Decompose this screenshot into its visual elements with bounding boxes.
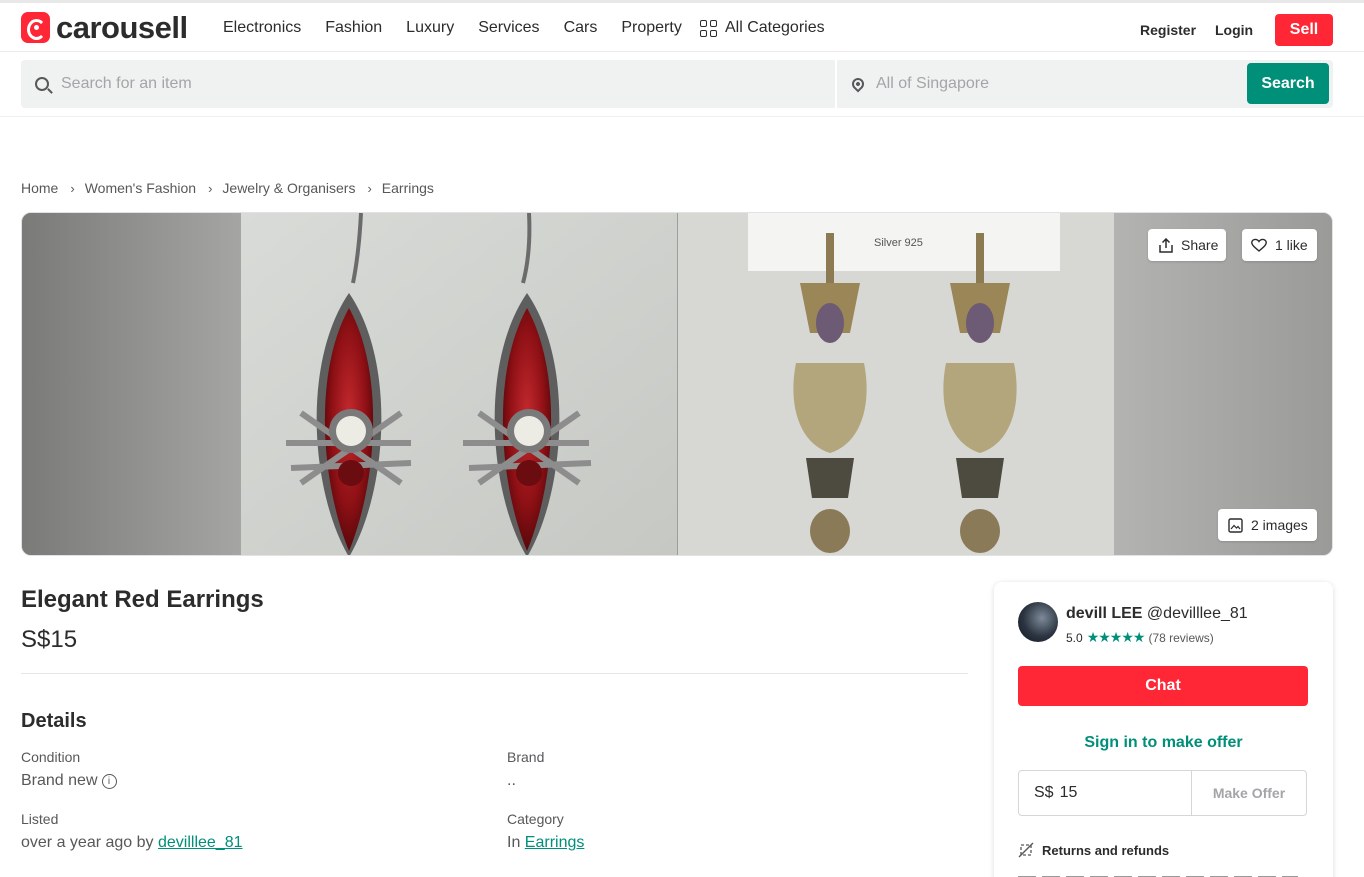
nav-cars[interactable]: Cars bbox=[564, 19, 598, 37]
like-button[interactable]: 1 like bbox=[1242, 229, 1317, 261]
carousell-logo[interactable]: carousell bbox=[21, 12, 188, 43]
nav-electronics[interactable]: Electronics bbox=[223, 19, 301, 37]
location-field bbox=[837, 60, 1242, 108]
avatar[interactable] bbox=[1018, 602, 1058, 642]
seller-name: devill LEE bbox=[1066, 605, 1143, 622]
chevron-right-icon: › bbox=[70, 180, 75, 196]
all-categories-button[interactable]: All Categories bbox=[700, 19, 825, 37]
top-navbar: carousell Electronics Fashion Luxury Ser… bbox=[0, 0, 1364, 52]
product-image-red-earrings[interactable] bbox=[241, 213, 677, 555]
search-bar: Search bbox=[21, 60, 1333, 108]
listing-price: S$15 bbox=[21, 626, 78, 653]
brand-label: Brand bbox=[507, 749, 545, 765]
product-image-gold-earrings[interactable]: Silver 925 bbox=[678, 213, 1114, 555]
logo-text: carousell bbox=[56, 10, 188, 45]
seller-username-link[interactable]: devilllee_81 bbox=[158, 834, 243, 851]
grid-icon bbox=[700, 19, 717, 37]
image-gallery[interactable]: Silver 925 Share 1 like 2 images bbox=[21, 212, 1333, 556]
chevron-right-icon: › bbox=[367, 180, 372, 196]
listing-title: Elegant Red Earrings bbox=[21, 586, 264, 613]
location-input[interactable] bbox=[876, 75, 1216, 93]
image-count-label: 2 images bbox=[1251, 517, 1308, 533]
location-pin-icon bbox=[849, 75, 867, 93]
breadcrumb: Home › Women's Fashion › Jewelry & Organ… bbox=[21, 180, 434, 196]
login-link[interactable]: Login bbox=[1215, 22, 1253, 38]
review-count[interactable]: (78 reviews) bbox=[1148, 631, 1213, 645]
brand-value: .. bbox=[507, 772, 516, 789]
share-label: Share bbox=[1181, 237, 1219, 253]
heart-icon bbox=[1251, 238, 1267, 252]
nav-property[interactable]: Property bbox=[621, 19, 681, 37]
nav-luxury[interactable]: Luxury bbox=[406, 19, 454, 37]
search-field bbox=[21, 60, 835, 108]
sign-in-to-offer-link[interactable]: Sign in to make offer bbox=[994, 734, 1333, 752]
returns-row: Returns and refunds bbox=[1018, 842, 1169, 858]
category-value-row: In Earrings bbox=[507, 834, 584, 852]
listed-prefix: over a year ago by bbox=[21, 834, 154, 851]
sell-button[interactable]: Sell bbox=[1275, 14, 1333, 46]
category-prefix: In bbox=[507, 834, 521, 851]
breadcrumb-jewelry[interactable]: Jewelry & Organisers bbox=[222, 180, 355, 196]
returns-label: Returns and refunds bbox=[1042, 842, 1170, 858]
seller-handle: @devilllee_81 bbox=[1146, 605, 1248, 622]
register-link[interactable]: Register bbox=[1140, 22, 1196, 38]
category-label: Category bbox=[507, 811, 564, 827]
category-nav: Electronics Fashion Luxury Services Cars… bbox=[223, 19, 706, 37]
details-heading: Details bbox=[21, 710, 87, 732]
offer-box: S$ Make Offer bbox=[1018, 770, 1307, 816]
make-offer-button[interactable]: Make Offer bbox=[1192, 771, 1306, 815]
offer-price-input[interactable] bbox=[1059, 784, 1170, 802]
category-link[interactable]: Earrings bbox=[525, 834, 585, 851]
listed-label: Listed bbox=[21, 811, 59, 827]
image-count-button[interactable]: 2 images bbox=[1218, 509, 1317, 541]
share-icon bbox=[1159, 237, 1173, 253]
currency-label: S$ bbox=[1034, 784, 1054, 801]
star-icons: ★★★★★ bbox=[1086, 629, 1146, 645]
search-input[interactable] bbox=[61, 75, 801, 93]
returns-description-cut bbox=[1018, 872, 1308, 877]
chat-button[interactable]: Chat bbox=[1018, 666, 1308, 706]
condition-value-row: Brand new i bbox=[21, 772, 117, 790]
info-icon[interactable]: i bbox=[101, 774, 117, 789]
like-count: 1 like bbox=[1275, 237, 1308, 253]
silver-tag-text: Silver 925 bbox=[874, 237, 923, 249]
search-button[interactable]: Search bbox=[1247, 63, 1329, 104]
search-icon bbox=[35, 77, 49, 91]
nav-services[interactable]: Services bbox=[478, 19, 539, 37]
breadcrumb-home[interactable]: Home bbox=[21, 180, 58, 196]
header-divider bbox=[0, 116, 1364, 117]
condition-value: Brand new bbox=[21, 772, 98, 789]
section-divider bbox=[21, 673, 968, 674]
breadcrumb-earrings[interactable]: Earrings bbox=[382, 180, 434, 196]
offer-price-field: S$ bbox=[1019, 771, 1192, 815]
seller-rating: 5.0 ★★★★★ (78 reviews) bbox=[1066, 629, 1214, 646]
rating-score: 5.0 bbox=[1066, 630, 1083, 645]
breadcrumb-womens-fashion[interactable]: Women's Fashion bbox=[85, 180, 196, 196]
images-icon bbox=[1228, 517, 1243, 533]
condition-label: Condition bbox=[21, 749, 81, 765]
gallery-backdrop-right bbox=[1114, 213, 1332, 555]
seller-card: devill LEE @devilllee_81 5.0 ★★★★★ (78 r… bbox=[994, 582, 1333, 877]
seller-name-row[interactable]: devill LEE @devilllee_81 bbox=[1066, 605, 1248, 623]
share-button[interactable]: Share bbox=[1148, 229, 1226, 261]
gallery-backdrop-left bbox=[22, 213, 241, 555]
all-categories-label: All Categories bbox=[725, 19, 825, 36]
chevron-right-icon: › bbox=[208, 180, 213, 196]
carousell-logo-icon bbox=[21, 12, 50, 43]
listed-value-row: over a year ago by devilllee_81 bbox=[21, 834, 243, 852]
returns-icon bbox=[1018, 842, 1034, 858]
nav-fashion[interactable]: Fashion bbox=[325, 19, 382, 37]
